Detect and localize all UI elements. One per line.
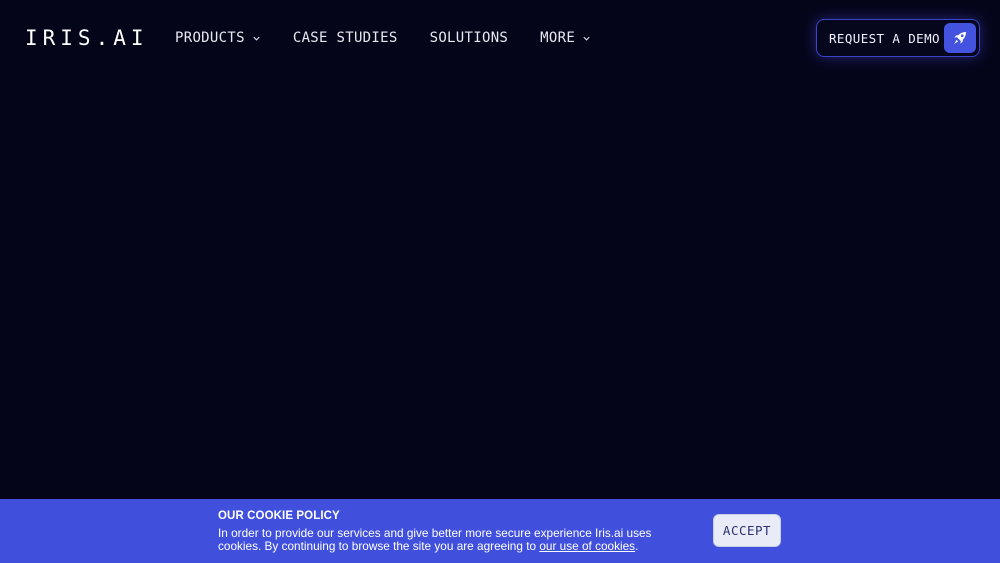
site-header: IRIS.AI PRODUCTS CASE STUDIES SOLUTIONS …: [0, 0, 1000, 76]
cookie-text: In order to provide our services and giv…: [218, 527, 688, 553]
request-demo-button[interactable]: REQUEST A DEMO: [816, 19, 980, 57]
chevron-down-icon: [583, 36, 590, 41]
nav-item-solutions[interactable]: SOLUTIONS: [430, 30, 509, 46]
nav-item-label: PRODUCTS: [175, 30, 245, 46]
accept-cookies-button[interactable]: ACCEPT: [713, 514, 781, 547]
rocket-icon: [944, 23, 976, 53]
cookie-title: OUR COOKIE POLICY: [218, 510, 340, 522]
nav-item-label: MORE: [540, 30, 576, 46]
site-logo[interactable]: IRIS.AI: [25, 26, 149, 50]
cookie-policy-link[interactable]: our use of cookies: [539, 539, 635, 553]
cookie-banner: OUR COOKIE POLICY In order to provide ou…: [0, 499, 1000, 563]
nav-item-case-studies[interactable]: CASE STUDIES: [293, 30, 398, 46]
main-nav: PRODUCTS CASE STUDIES SOLUTIONS MORE: [175, 28, 623, 48]
nav-item-label: CASE STUDIES: [292, 30, 398, 46]
chevron-down-icon: [253, 36, 260, 41]
nav-item-more[interactable]: MORE: [540, 30, 591, 46]
request-demo-label: REQUEST A DEMO: [829, 30, 940, 46]
cookie-text-end: .: [635, 539, 639, 553]
nav-item-products[interactable]: PRODUCTS: [175, 30, 261, 46]
nav-item-label: SOLUTIONS: [429, 30, 509, 46]
